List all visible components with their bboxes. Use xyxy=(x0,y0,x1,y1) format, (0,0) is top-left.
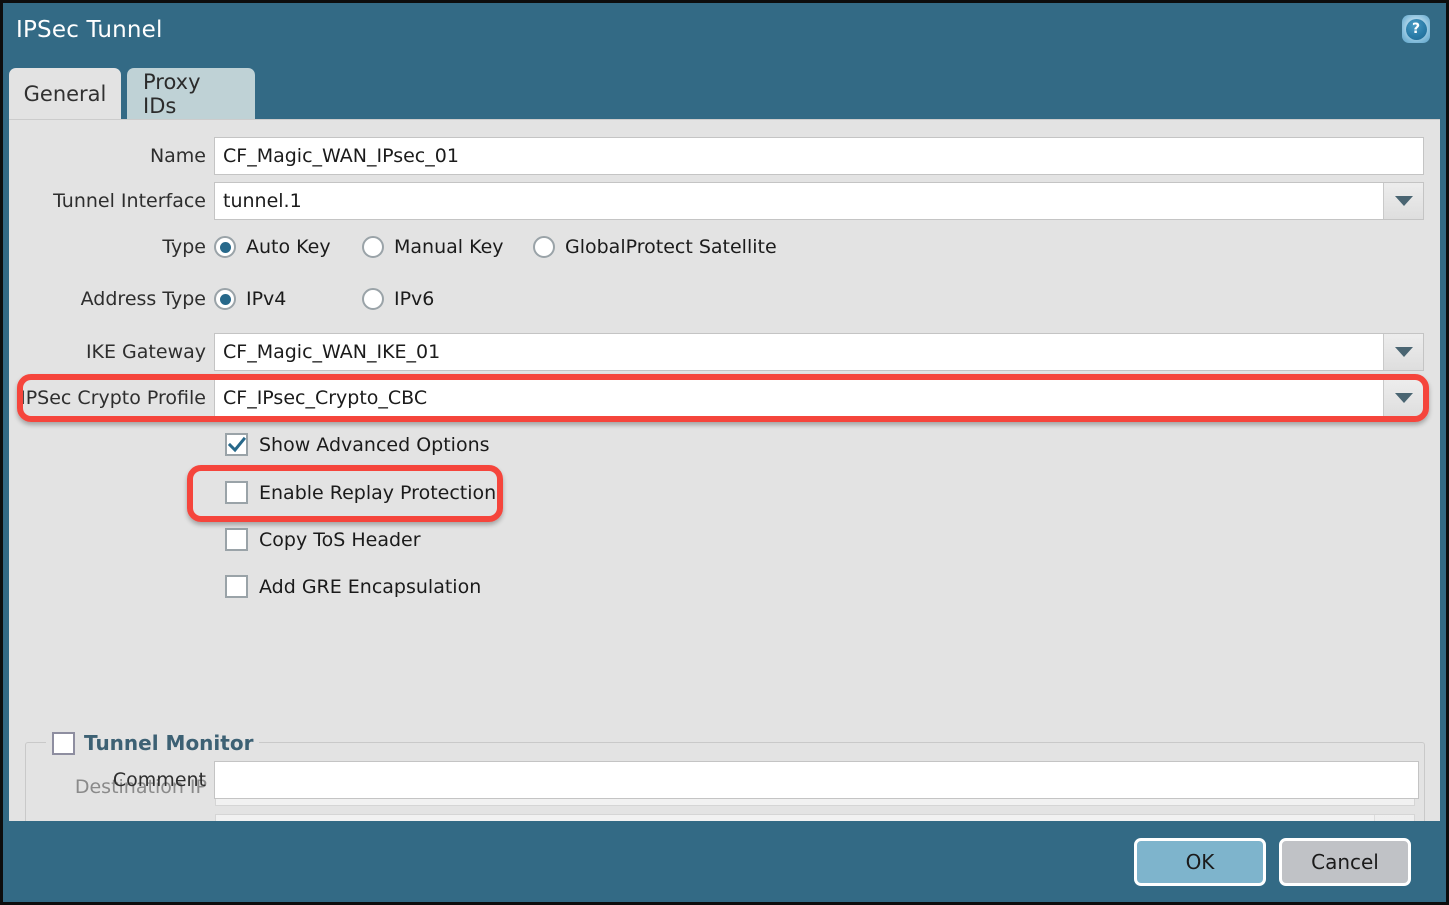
comment-input[interactable] xyxy=(214,761,1419,799)
row-ipsec-crypto-profile: IPSec Crypto Profile CF_IPsec_Crypto_CBC xyxy=(9,379,1424,417)
checkbox-box-show-advanced-options[interactable] xyxy=(225,433,248,456)
checkbox-show-advanced-options[interactable]: Show Advanced Options xyxy=(225,433,490,456)
ipsec-crypto-profile-dropdown-button[interactable] xyxy=(1383,380,1423,416)
address-type-option-ipv4[interactable]: IPv4 xyxy=(214,288,354,310)
ipsec-crypto-profile-select[interactable]: CF_IPsec_Crypto_CBC xyxy=(214,379,1424,417)
checkbox-copy-tos-header[interactable]: Copy ToS Header xyxy=(225,528,421,551)
ike-gateway-label: IKE Gateway xyxy=(9,341,214,363)
comment-label: Comment xyxy=(9,769,214,791)
general-tab-panel: Name CF_Magic_WAN_IPsec_01 Tunnel Interf… xyxy=(9,119,1440,821)
checkbox-add-gre-encapsulation[interactable]: Add GRE Encapsulation xyxy=(225,575,481,598)
checkbox-box-tunnel-monitor[interactable] xyxy=(52,732,75,755)
row-tunnel-interface: Tunnel Interface tunnel.1 xyxy=(9,182,1424,220)
name-label: Name xyxy=(9,145,214,167)
help-icon[interactable]: ? xyxy=(1402,15,1430,43)
type-option-manual-key[interactable]: Manual Key xyxy=(362,236,525,258)
address-type-radio-group: IPv4 IPv6 xyxy=(214,288,442,310)
chevron-down-icon xyxy=(1395,196,1413,206)
checkbox-label-copy-tos-header: Copy ToS Header xyxy=(259,529,421,551)
checkbox-box-copy-tos-header[interactable] xyxy=(225,528,248,551)
radio-ipv6[interactable] xyxy=(362,288,384,310)
name-input[interactable]: CF_Magic_WAN_IPsec_01 xyxy=(214,137,1424,175)
dialog-title: IPSec Tunnel xyxy=(16,17,163,43)
type-option-manual-key-label: Manual Key xyxy=(394,236,504,258)
ipsec-tunnel-dialog: IPSec Tunnel ? General Proxy IDs Name CF… xyxy=(0,0,1449,905)
dialog-titlebar: IPSec Tunnel ? xyxy=(3,3,1446,63)
tab-proxy-ids[interactable]: Proxy IDs xyxy=(127,68,255,119)
cancel-button[interactable]: Cancel xyxy=(1279,838,1411,886)
radio-ipv4[interactable] xyxy=(214,288,236,310)
type-option-globalprotect-satellite-label: GlobalProtect Satellite xyxy=(565,236,777,258)
type-label: Type xyxy=(9,236,214,258)
tunnel-interface-value: tunnel.1 xyxy=(215,183,1383,219)
tunnel-interface-dropdown-button[interactable] xyxy=(1383,183,1423,219)
checkbox-box-add-gre-encapsulation[interactable] xyxy=(225,575,248,598)
tunnel-monitor-label: Tunnel Monitor xyxy=(84,731,253,755)
chevron-down-icon xyxy=(1395,393,1413,403)
chevron-down-icon xyxy=(1395,347,1413,357)
address-type-label: Address Type xyxy=(9,288,214,310)
address-type-option-ipv6-label: IPv6 xyxy=(394,288,434,310)
help-question-glyph: ? xyxy=(1406,19,1427,40)
ok-button[interactable]: OK xyxy=(1134,838,1266,886)
checkbox-label-enable-replay-protection: Enable Replay Protection xyxy=(259,482,496,504)
radio-auto-key[interactable] xyxy=(214,236,236,258)
type-option-auto-key[interactable]: Auto Key xyxy=(214,236,354,258)
checkbox-box-enable-replay-protection[interactable] xyxy=(225,481,248,504)
row-comment: Comment xyxy=(9,761,1424,799)
row-address-type: Address Type IPv4 IPv6 xyxy=(9,280,442,318)
radio-globalprotect-satellite[interactable] xyxy=(533,236,555,258)
address-type-option-ipv6[interactable]: IPv6 xyxy=(362,288,434,310)
checkbox-label-show-advanced-options: Show Advanced Options xyxy=(259,434,490,456)
tunnel-monitor-legend[interactable]: Tunnel Monitor xyxy=(46,727,259,759)
checkbox-label-add-gre-encapsulation: Add GRE Encapsulation xyxy=(259,576,481,598)
ike-gateway-dropdown-button[interactable] xyxy=(1383,334,1423,370)
row-name: Name CF_Magic_WAN_IPsec_01 xyxy=(9,137,1424,175)
type-option-auto-key-label: Auto Key xyxy=(246,236,331,258)
tunnel-interface-label: Tunnel Interface xyxy=(9,190,214,212)
tab-general[interactable]: General xyxy=(9,68,121,119)
checkbox-enable-replay-protection[interactable]: Enable Replay Protection xyxy=(225,481,496,504)
ike-gateway-select[interactable]: CF_Magic_WAN_IKE_01 xyxy=(214,333,1424,371)
row-type: Type Auto Key Manual Key GlobalProtect S… xyxy=(9,228,785,266)
check-icon xyxy=(228,436,246,454)
dialog-footer: OK Cancel xyxy=(3,821,1446,902)
row-ike-gateway: IKE Gateway CF_Magic_WAN_IKE_01 xyxy=(9,333,1424,371)
type-radio-group: Auto Key Manual Key GlobalProtect Satell… xyxy=(214,236,785,258)
ike-gateway-value: CF_Magic_WAN_IKE_01 xyxy=(215,334,1383,370)
ipsec-crypto-profile-label: IPSec Crypto Profile xyxy=(9,387,214,409)
radio-manual-key[interactable] xyxy=(362,236,384,258)
tunnel-interface-select[interactable]: tunnel.1 xyxy=(214,182,1424,220)
ipsec-crypto-profile-value: CF_IPsec_Crypto_CBC xyxy=(215,380,1383,416)
type-option-globalprotect-satellite[interactable]: GlobalProtect Satellite xyxy=(533,236,777,258)
address-type-option-ipv4-label: IPv4 xyxy=(246,288,286,310)
